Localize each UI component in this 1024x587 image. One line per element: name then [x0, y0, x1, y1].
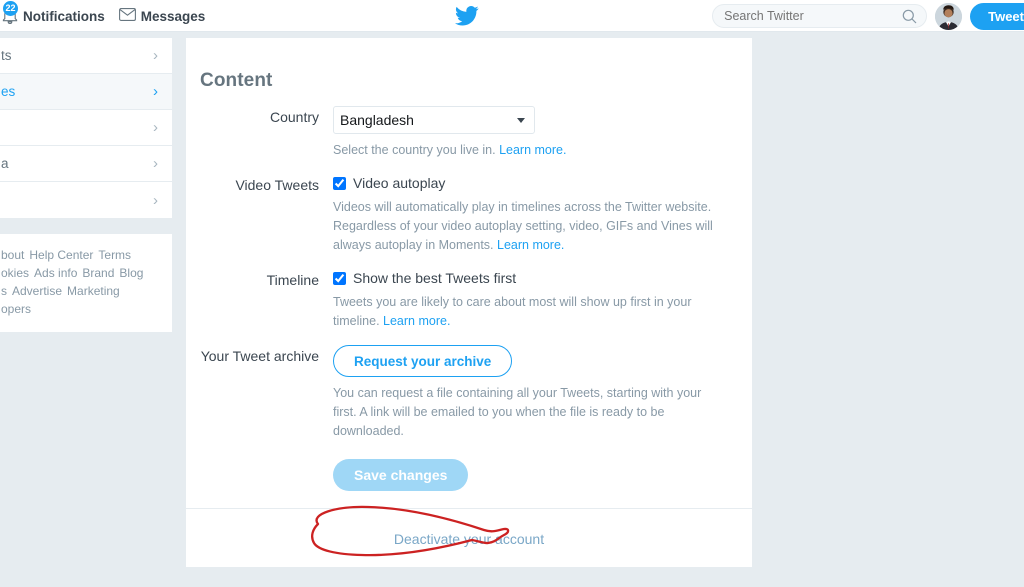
best-tweets-checkbox-row[interactable]: Show the best Tweets first — [333, 269, 752, 286]
chevron-right-icon: › — [153, 191, 158, 209]
nav-label-notifications: Notifications — [23, 8, 105, 24]
archive-row: Your Tweet archive Request your archive … — [186, 345, 752, 441]
video-hint-line-1: Videos will automatically play in timeli… — [333, 200, 712, 214]
sidebar-item-label-1: es — [1, 84, 16, 99]
nav-item-messages[interactable]: Messages — [117, 0, 218, 32]
country-learn-more-link[interactable]: Learn more. — [499, 143, 566, 157]
archive-hint: You can request a file containing all yo… — [333, 384, 725, 441]
video-tweets-hint: Videos will automatically play in timeli… — [333, 198, 725, 255]
nav-label-messages: Messages — [140, 8, 206, 24]
footer-link-3[interactable]: okies — [1, 266, 29, 280]
sidebar-item-3[interactable]: a › — [0, 146, 172, 182]
sidebar-item-1[interactable]: es › — [0, 74, 172, 110]
page-title: Content — [200, 70, 273, 91]
best-tweets-checkbox[interactable] — [333, 271, 346, 285]
sidebar-footer-links: bout Help Center Terms okies Ads info Brand B… — [0, 233, 173, 333]
video-tweets-row: Video Tweets Video autoplay Videos will … — [186, 174, 752, 255]
nav-item-notifications[interactable]: 22 Notifications — [0, 0, 117, 32]
search-icon[interactable] — [902, 9, 917, 27]
video-learn-more-link[interactable]: Learn more. — [497, 238, 564, 252]
country-hint-text: Select the country you live in. — [333, 143, 496, 157]
search-container[interactable] — [712, 4, 928, 28]
country-field: Bangladesh Select the country you live i… — [333, 106, 752, 160]
tweet-button[interactable]: Tweet — [970, 2, 1024, 30]
save-spacer — [200, 459, 333, 491]
footer-link-9[interactable]: Marketing — [67, 284, 120, 298]
chevron-right-icon: › — [153, 47, 158, 64]
video-tweets-label: Video Tweets — [235, 177, 319, 193]
envelope-icon — [118, 8, 136, 24]
settings-sidebar: ts › es › › a › › bout Help Center Terms o… — [0, 38, 173, 333]
archive-field: Request your archive You can request a f… — [333, 345, 752, 441]
chevron-right-icon: › — [153, 83, 158, 100]
footer-link-4[interactable]: Ads info — [34, 266, 77, 280]
chevron-right-icon: › — [153, 155, 158, 172]
save-row: Save changes — [186, 459, 752, 491]
sidebar-item-label-3: a — [1, 156, 9, 171]
best-tweets-label: Show the best Tweets first — [353, 270, 517, 286]
timeline-row: Timeline Show the best Tweets first Twee… — [186, 269, 752, 331]
footer-link-10[interactable]: opers — [1, 302, 31, 316]
nav-right-group: Tweet — [712, 0, 1024, 32]
search-input[interactable] — [713, 5, 927, 27]
nav-left-group: 22 Notifications Messages — [0, 0, 217, 32]
sidebar-item-4[interactable]: › — [0, 182, 172, 218]
notification-badge: 22 — [3, 1, 18, 16]
country-hint: Select the country you live in. Learn mo… — [333, 141, 725, 160]
video-autoplay-label: Video autoplay — [353, 175, 446, 191]
footer-link-1[interactable]: Help Center — [29, 248, 93, 262]
archive-hint-line-2: link will be emailed to you when the fil… — [333, 405, 665, 438]
video-hint-line-3: autoplay in Moments. — [374, 238, 494, 252]
footer-link-5[interactable]: Brand — [82, 266, 114, 280]
deactivate-area: Deactivate your account — [186, 509, 752, 547]
video-autoplay-checkbox-row[interactable]: Video autoplay — [333, 174, 752, 191]
timeline-field: Show the best Tweets first Tweets you ar… — [333, 269, 752, 331]
sidebar-item-label-0: ts — [1, 48, 12, 63]
video-tweets-field: Video autoplay Videos will automatically… — [333, 174, 752, 255]
footer-link-2[interactable]: Terms — [98, 248, 131, 262]
content-settings-panel: Content Country Bangladesh Select the co… — [185, 38, 753, 568]
save-field: Save changes — [333, 459, 752, 491]
country-select[interactable]: Bangladesh — [333, 106, 535, 134]
timeline-learn-more-link[interactable]: Learn more. — [383, 314, 450, 328]
timeline-label: Timeline — [266, 272, 319, 288]
timeline-hint: Tweets you are likely to care about most… — [333, 293, 725, 331]
chevron-right-icon: › — [153, 119, 158, 136]
footer-link-7[interactable]: s — [1, 284, 7, 298]
sidebar-nav-list: ts › es › › a › › — [0, 38, 173, 219]
bell-icon: 22 — [2, 1, 18, 26]
footer-link-8[interactable]: Advertise — [12, 284, 62, 298]
save-changes-button[interactable]: Save changes — [333, 459, 469, 491]
country-label: Country — [269, 109, 319, 125]
footer-link-0[interactable]: bout — [1, 248, 24, 262]
archive-label: Your Tweet archive — [200, 348, 319, 364]
request-archive-button[interactable]: Request your archive — [333, 345, 513, 377]
sidebar-item-2[interactable]: › — [0, 110, 172, 146]
top-navigation-bar: 22 Notifications Messages Search Twitter… — [0, 0, 1024, 32]
country-row: Country Bangladesh Select the country yo… — [186, 106, 752, 160]
deactivate-account-link[interactable]: Deactivate your account — [394, 531, 544, 547]
footer-link-6[interactable]: Blog — [119, 266, 143, 280]
avatar[interactable] — [935, 2, 963, 30]
sidebar-item-0[interactable]: ts › — [0, 38, 172, 74]
video-autoplay-checkbox[interactable] — [333, 176, 346, 190]
country-select-wrap[interactable]: Bangladesh — [333, 106, 535, 134]
twitter-bird-logo[interactable] — [455, 5, 479, 27]
